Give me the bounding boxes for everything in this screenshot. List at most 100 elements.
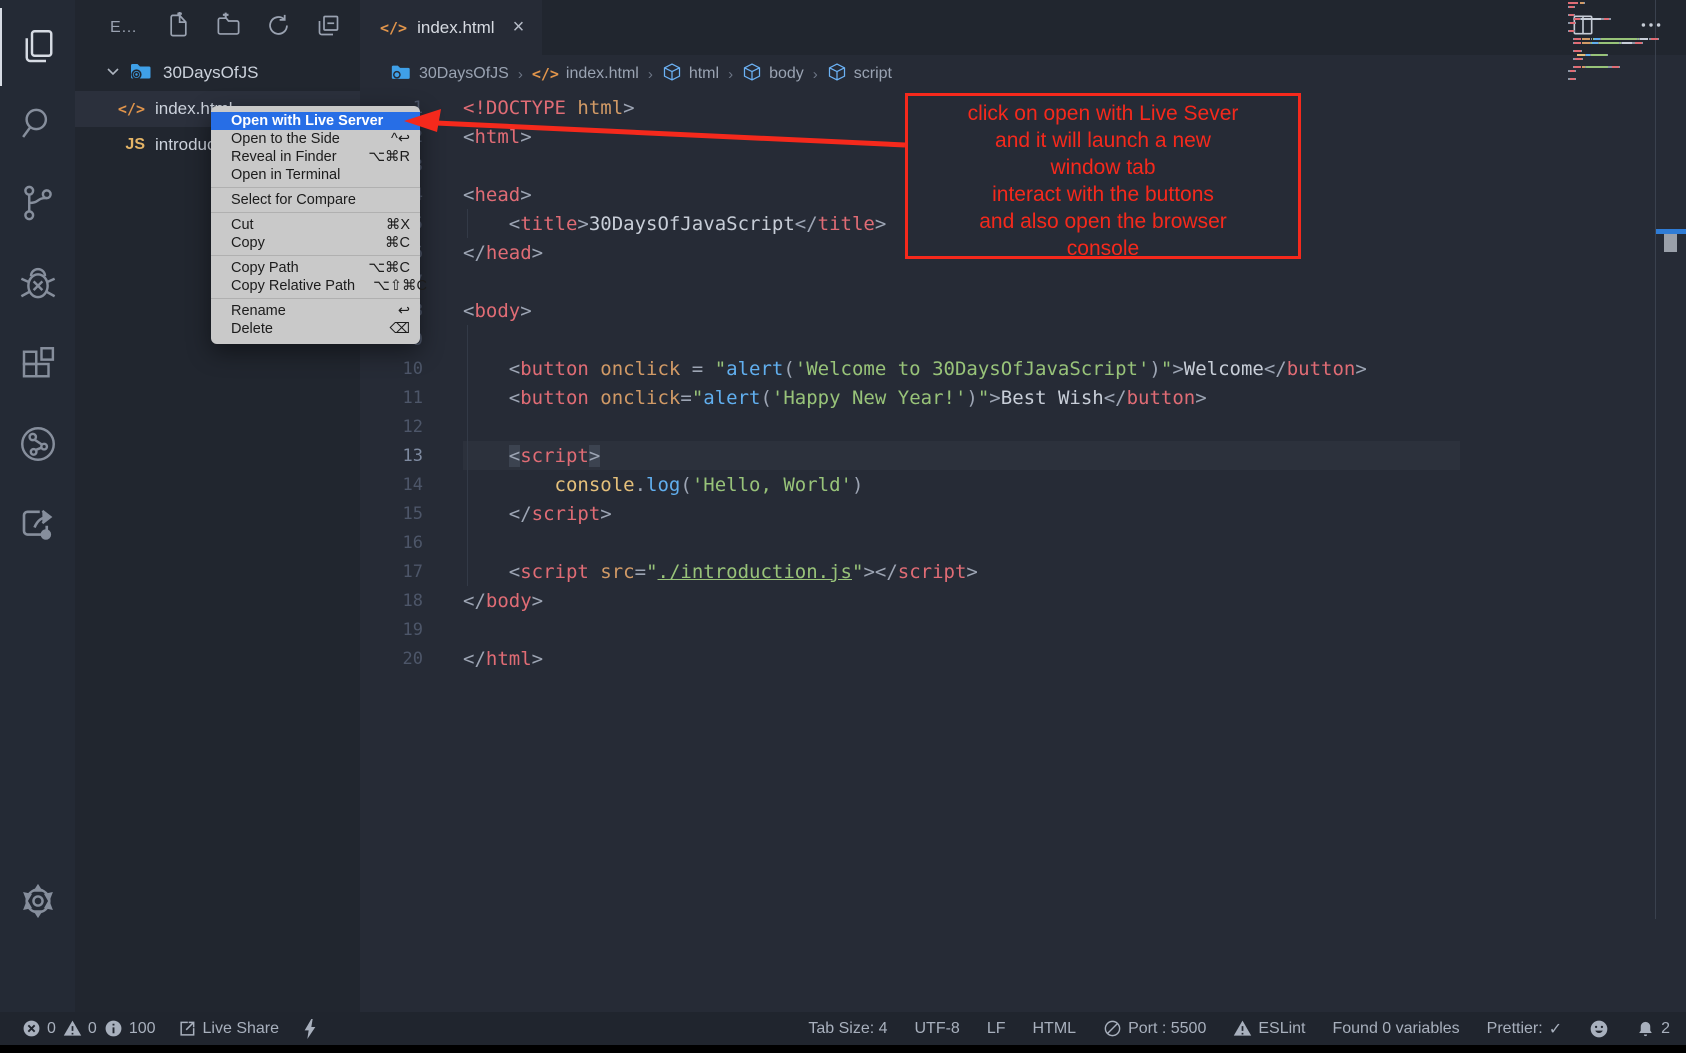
new-folder-icon[interactable]	[215, 12, 242, 44]
minimap-border	[1655, 0, 1656, 919]
close-icon[interactable]: ×	[513, 16, 525, 39]
source-control-icon[interactable]	[0, 164, 75, 242]
smiley-icon	[1589, 1019, 1609, 1039]
code-line[interactable]: 9	[360, 325, 1686, 354]
menu-item-rename[interactable]: Rename↩	[211, 302, 420, 320]
line-number: 17	[360, 562, 423, 582]
symbol-cube-icon	[742, 62, 762, 87]
menu-item-copy[interactable]: Copy⌘C	[211, 234, 420, 252]
code-line[interactable]: 8<body>	[360, 296, 1686, 325]
breadcrumb-separator: ›	[518, 66, 523, 83]
lightning-status[interactable]	[302, 1018, 318, 1040]
vscode-window: E… 30DaysOfJS </> index.html JS introduc…	[0, 0, 1686, 1053]
menu-separator	[211, 298, 420, 299]
tab-size-status[interactable]: Tab Size: 4	[808, 1020, 887, 1038]
line-number: 10	[360, 359, 423, 379]
menu-item-open-to-the-side[interactable]: Open to the Side^↩	[211, 130, 420, 148]
code-line[interactable]: 7	[360, 267, 1686, 296]
html-code-icon: </>	[75, 100, 145, 118]
live-share-icon	[177, 1019, 197, 1039]
breadcrumb-separator: ›	[813, 66, 818, 83]
tab-index-html[interactable]: </> index.html ×	[360, 0, 542, 55]
html-code-icon: </>	[532, 65, 559, 83]
code-line[interactable]: 15 </script>	[360, 499, 1686, 528]
breadcrumb-item-body[interactable]: body	[742, 62, 804, 87]
line-number: 15	[360, 504, 423, 524]
search-icon[interactable]	[0, 84, 75, 162]
breadcrumb-separator: ›	[648, 66, 653, 83]
menu-item-copy-path[interactable]: Copy Path⌥⌘C	[211, 259, 420, 277]
encoding-status[interactable]: UTF-8	[915, 1020, 960, 1038]
folder-icon	[390, 61, 412, 88]
new-file-icon[interactable]	[165, 12, 192, 44]
code-line[interactable]: 20</html>	[360, 644, 1686, 673]
extensions-icon[interactable]	[0, 325, 75, 403]
code-line[interactable]: 18</body>	[360, 586, 1686, 615]
menu-item-cut[interactable]: Cut⌘X	[211, 216, 420, 234]
scrollbar-thumb[interactable]	[1664, 234, 1677, 252]
check-icon: ✓	[1549, 1019, 1562, 1039]
code-line[interactable]: 19	[360, 615, 1686, 644]
tab-bar: </> index.html ×	[360, 0, 1686, 55]
live-share-status[interactable]: Live Share	[177, 1019, 280, 1039]
code-line[interactable]: 10 <button onclick = "alert('Welcome to …	[360, 354, 1686, 383]
share-icon[interactable]	[0, 485, 75, 563]
collapse-folders-icon[interactable]	[315, 12, 342, 44]
window-bottom-edge	[0, 1045, 1686, 1053]
breadcrumb-label: 30DaysOfJS	[419, 65, 509, 83]
lightning-icon	[302, 1018, 318, 1040]
prettier-status[interactable]: Prettier: ✓	[1487, 1019, 1562, 1039]
code-line[interactable]: 13 <script>	[360, 441, 1686, 470]
menu-item-open-with-live-server[interactable]: Open with Live Server	[211, 112, 420, 130]
info-count[interactable]: 100	[104, 1019, 156, 1038]
chevron-down-icon	[105, 63, 121, 84]
explorer-title: E…	[110, 19, 137, 37]
menu-item-select-for-compare[interactable]: Select for Compare	[211, 191, 420, 209]
annotation-box: click on open with Live Sever and it wil…	[905, 93, 1301, 259]
line-number: 14	[360, 475, 423, 495]
line-number: 11	[360, 388, 423, 408]
code-line[interactable]: 12	[360, 412, 1686, 441]
port-status[interactable]: Port : 5500	[1103, 1019, 1206, 1038]
eslint-status[interactable]: ESLint	[1233, 1019, 1305, 1038]
breadcrumb-item-script[interactable]: script	[827, 62, 892, 87]
menu-separator	[211, 255, 420, 256]
problems-warnings[interactable]: 0	[63, 1019, 97, 1038]
folder-icon	[129, 59, 153, 88]
code-line[interactable]: 14 console.log('Hello, World')	[360, 470, 1686, 499]
breadcrumb-label: index.html	[566, 65, 639, 83]
line-number: 19	[360, 620, 423, 640]
context-menu: Open with Live Server Open to the Side^↩…	[211, 106, 420, 344]
menu-item-open-in-terminal[interactable]: Open in Terminal	[211, 166, 420, 184]
language-status[interactable]: HTML	[1033, 1020, 1077, 1038]
line-number: 12	[360, 417, 423, 437]
problems-errors[interactable]: 0	[22, 1019, 56, 1038]
breadcrumb-item-file[interactable]: </> index.html	[532, 65, 639, 83]
error-icon	[22, 1019, 41, 1038]
line-number: 13	[360, 446, 423, 466]
explorer-icon[interactable]	[0, 8, 75, 86]
feedback-smiley[interactable]	[1589, 1019, 1609, 1039]
code-line[interactable]: 16	[360, 528, 1686, 557]
variables-status[interactable]: Found 0 variables	[1332, 1020, 1459, 1038]
html-code-icon: </>	[380, 19, 407, 37]
tree-row-folder[interactable]: 30DaysOfJS	[75, 55, 360, 91]
port-icon	[1103, 1019, 1122, 1038]
code-line[interactable]: 17 <script src="./introduction.js"></scr…	[360, 557, 1686, 586]
line-number: 20	[360, 649, 423, 669]
run-debug-icon[interactable]	[0, 245, 75, 323]
breadcrumb-item-folder[interactable]: 30DaysOfJS	[390, 61, 509, 88]
code-line[interactable]: 11 <button onclick="alert('Happy New Yea…	[360, 383, 1686, 412]
js-icon: JS	[75, 136, 145, 154]
notifications[interactable]: 2	[1636, 1019, 1670, 1039]
breadcrumb-label: body	[769, 65, 804, 83]
refresh-icon[interactable]	[265, 12, 292, 44]
menu-item-delete[interactable]: Delete⌫	[211, 320, 420, 338]
live-share-session-icon[interactable]	[0, 405, 75, 483]
settings-gear-icon[interactable]	[0, 862, 75, 940]
eol-status[interactable]: LF	[987, 1020, 1006, 1038]
breadcrumb-item-html[interactable]: html	[662, 62, 719, 87]
breadcrumb-label: html	[689, 65, 719, 83]
menu-item-copy-relative-path[interactable]: Copy Relative Path⌥⇧⌘C	[211, 277, 420, 295]
menu-item-reveal-in-finder[interactable]: Reveal in Finder⌥⌘R	[211, 148, 420, 166]
